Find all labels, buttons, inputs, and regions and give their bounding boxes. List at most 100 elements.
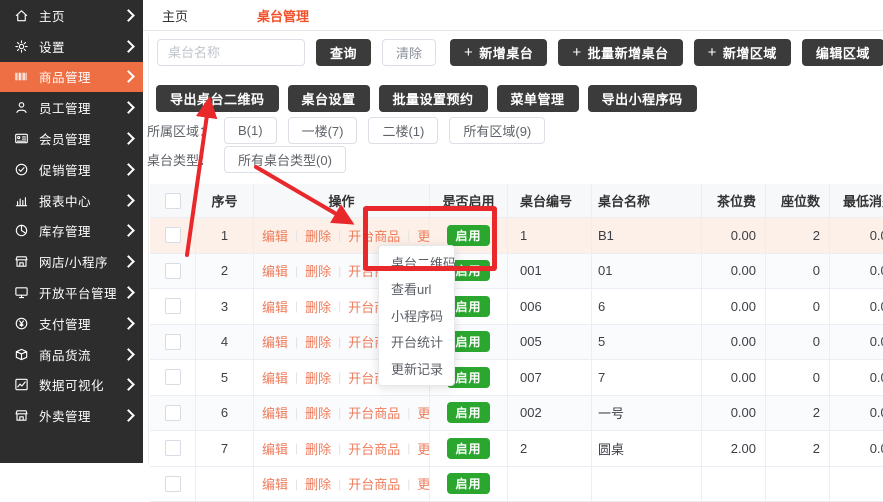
open-table-products-link[interactable]: 开台商品 — [348, 439, 400, 458]
delete-link[interactable]: 删除 — [305, 261, 331, 280]
edit-link[interactable]: 编辑 — [262, 403, 288, 422]
chevron-right-icon — [122, 40, 135, 53]
enabled-toggle-button[interactable]: 启用 — [447, 225, 489, 246]
dropdown-item-update-log[interactable]: 更新记录 — [379, 355, 454, 382]
row-checkbox[interactable] — [165, 440, 181, 456]
more-link[interactable]: 更多∨ — [417, 226, 430, 245]
chevron-right-icon — [122, 71, 135, 84]
row-checkbox[interactable] — [165, 334, 181, 350]
dropdown-item-view-url[interactable]: 查看url — [379, 276, 454, 303]
batch-add-table-button[interactable]: +批量新增桌台 — [558, 39, 682, 66]
sidebar-item-10[interactable]: 支付管理 — [0, 308, 143, 339]
delete-link[interactable]: 删除 — [305, 403, 331, 422]
batch-reservation-button[interactable]: 批量设置预约 — [379, 85, 488, 112]
tab-table-management[interactable]: 桌台管理 — [257, 6, 309, 25]
enabled-toggle-button[interactable]: 启用 — [447, 402, 489, 423]
area-chip-2[interactable]: 二楼(1) — [368, 117, 438, 144]
area-chip-0[interactable]: B(1) — [224, 117, 277, 144]
delete-link[interactable]: 删除 — [305, 332, 331, 351]
edit-link[interactable]: 编辑 — [262, 474, 288, 493]
column-header-6: 座位数 — [766, 184, 830, 217]
delete-link[interactable]: 删除 — [305, 226, 331, 245]
delete-link[interactable]: 删除 — [305, 474, 331, 493]
enabled-toggle-button[interactable]: 启用 — [447, 438, 489, 459]
sidebar-item-label: 支付管理 — [39, 314, 91, 333]
sidebar-item-13[interactable]: 外卖管理 — [0, 400, 143, 431]
more-link[interactable]: 更多∨ — [417, 403, 430, 422]
column-header-7: 最低消费 — [830, 184, 883, 217]
tea-fee: 0.00 — [702, 289, 766, 324]
sidebar-item-label: 员工管理 — [39, 98, 91, 117]
tea-fee: 2.00 — [702, 431, 766, 466]
type-chip-0[interactable]: 所有桌台类型(0) — [224, 146, 346, 173]
add-table-button[interactable]: +新增桌台 — [450, 39, 547, 66]
sidebar-item-8[interactable]: 网店/小程序 — [0, 246, 143, 277]
person-icon — [14, 100, 30, 116]
table-row-8: 编辑 | 删除 | 开台商品 | 更多∨ 启用 — [150, 467, 883, 502]
clear-button[interactable]: 清除 — [382, 39, 436, 66]
edit-link[interactable]: 编辑 — [262, 332, 288, 351]
table-settings-button[interactable]: 桌台设置 — [288, 85, 370, 112]
edit-link[interactable]: 编辑 — [262, 226, 288, 245]
export-table-qrcode-button[interactable]: 导出桌台二维码 — [156, 85, 279, 112]
add-area-button[interactable]: +新增区域 — [694, 39, 791, 66]
sidebar-item-5[interactable]: 促销管理 — [0, 154, 143, 185]
open-table-products-link[interactable]: 开台商品 — [348, 474, 400, 493]
tab-home[interactable]: 主页 — [162, 6, 188, 25]
edit-area-button[interactable]: 编辑区域 — [802, 39, 883, 66]
export-miniprogram-code-button[interactable]: 导出小程序码 — [588, 85, 697, 112]
row-checkbox[interactable] — [165, 227, 181, 243]
toolbar: 查询 清除 +新增桌台 +批量新增桌台 +新增区域 编辑区域 批量删除 — [157, 39, 883, 66]
delete-link[interactable]: 删除 — [305, 368, 331, 387]
chevron-right-icon — [122, 379, 135, 392]
area-chip-3[interactable]: 所有区域(9) — [449, 117, 545, 144]
sidebar-item-4[interactable]: 会员管理 — [0, 123, 143, 154]
table-name-search-input[interactable] — [157, 39, 305, 66]
open-table-products-link[interactable]: 开台商品 — [348, 403, 400, 422]
dropdown-item-miniprogram-code[interactable]: 小程序码 — [379, 302, 454, 329]
open-table-products-link[interactable]: 开台商品 — [348, 226, 400, 245]
edit-link[interactable]: 编辑 — [262, 368, 288, 387]
seat-count: 0 — [766, 360, 830, 395]
query-button[interactable]: 查询 — [316, 39, 371, 66]
row-number — [196, 467, 254, 502]
delete-link[interactable]: 删除 — [305, 439, 331, 458]
sidebar-item-7[interactable]: 库存管理 — [0, 216, 143, 247]
dropdown-item-open-stats[interactable]: 开台统计 — [379, 329, 454, 356]
more-link[interactable]: 更多∨ — [417, 474, 430, 493]
sidebar-item-label: 报表中心 — [39, 191, 91, 210]
seat-count — [766, 467, 830, 502]
sidebar-item-6[interactable]: 报表中心 — [0, 185, 143, 216]
sidebar-item-2[interactable]: 商品管理 — [0, 62, 143, 93]
table-code: 002 — [508, 396, 592, 431]
edit-link[interactable]: 编辑 — [262, 439, 288, 458]
row-checkbox[interactable] — [165, 298, 181, 314]
edit-link[interactable]: 编辑 — [262, 297, 288, 316]
table-row-6: 6 编辑 | 删除 | 开台商品 | 更多∨ 启用 002 一号 0.00 2 … — [150, 396, 883, 432]
row-checkbox[interactable] — [165, 263, 181, 279]
row-checkbox[interactable] — [165, 369, 181, 385]
area-filter-row: 所属区域： B(1) 一楼(7) 二楼(1) 所有区域(9) — [147, 117, 545, 144]
sidebar-item-0[interactable]: 主页 — [0, 0, 143, 31]
more-link[interactable]: 更多∨ — [417, 439, 430, 458]
area-chip-1[interactable]: 一楼(7) — [288, 117, 358, 144]
sidebar-item-11[interactable]: 商品货流 — [0, 339, 143, 370]
row-checkbox[interactable] — [165, 405, 181, 421]
row-checkbox[interactable] — [165, 476, 181, 492]
sidebar-item-3[interactable]: 员工管理 — [0, 92, 143, 123]
chevron-right-icon — [122, 317, 135, 330]
table-row-4: 4 编辑 | 删除 | 开台商品 | 更多∨ 启用 005 5 0.00 0 0… — [150, 325, 883, 361]
sidebar-item-label: 主页 — [39, 6, 65, 25]
table-row-1: 1 编辑 | 删除 | 开台商品 | 更多∨ 启用 1 B1 0.00 2 0.… — [150, 218, 883, 254]
chevron-right-icon — [122, 132, 135, 145]
column-header-1: 操作 — [254, 184, 430, 217]
dropdown-item-table-qrcode[interactable]: 桌台二维码 — [379, 249, 454, 276]
sidebar-item-1[interactable]: 设置 — [0, 31, 143, 62]
menu-management-button[interactable]: 菜单管理 — [497, 85, 579, 112]
delete-link[interactable]: 删除 — [305, 297, 331, 316]
enabled-toggle-button[interactable]: 启用 — [447, 473, 489, 494]
sidebar-item-12[interactable]: 数据可视化 — [0, 370, 143, 401]
edit-link[interactable]: 编辑 — [262, 261, 288, 280]
select-all-checkbox[interactable] — [165, 193, 181, 209]
sidebar-item-9[interactable]: 开放平台管理 — [0, 277, 143, 308]
